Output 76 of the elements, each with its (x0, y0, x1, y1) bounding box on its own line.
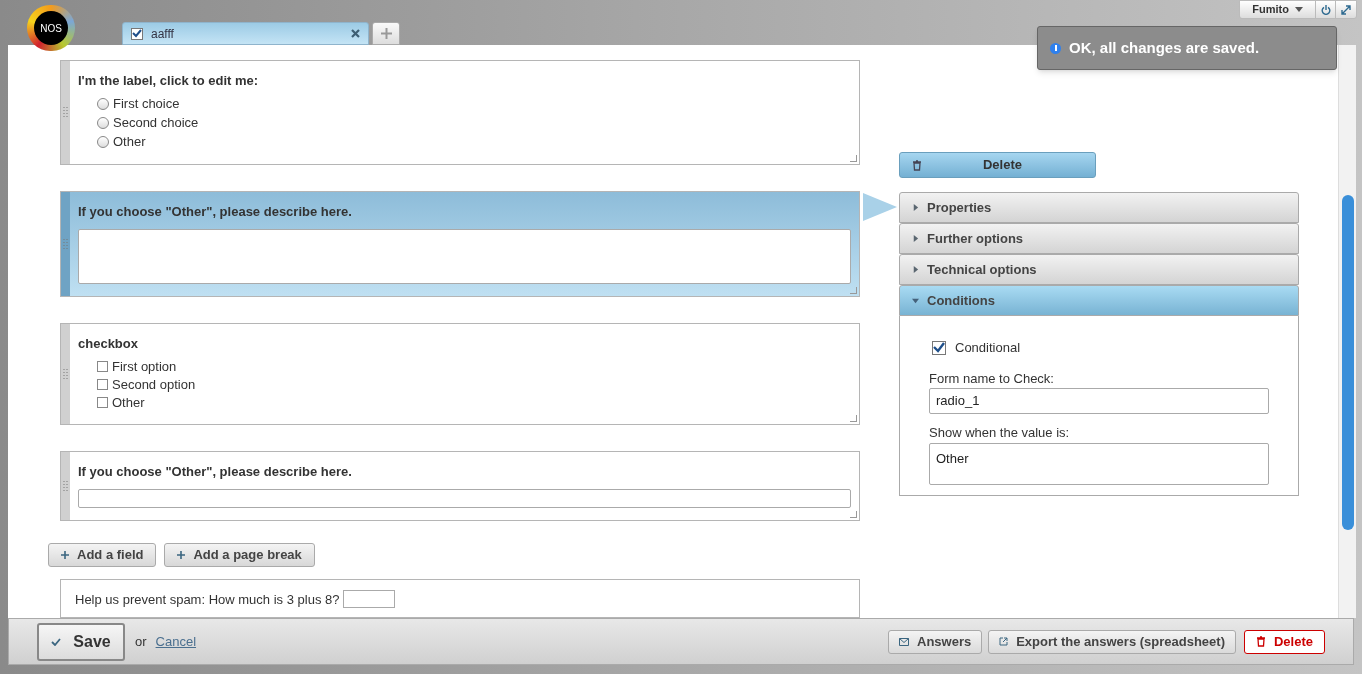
form-field-card[interactable]: I'm the label, click to edit me: First choice Second choice Other (60, 60, 860, 165)
resize-handle-icon[interactable] (850, 287, 857, 294)
save-button[interactable]: Save (37, 622, 125, 661)
field-label: Show when the value is: (929, 424, 1071, 442)
radio-button[interactable] (97, 117, 109, 129)
checkbox[interactable] (131, 27, 143, 40)
caret-icon (912, 204, 919, 211)
form-field-card[interactable]: If you choose "Other", please describe here. (60, 450, 860, 521)
add-button[interactable]: Add a field (48, 543, 157, 567)
expand-icon (1341, 4, 1351, 15)
option-label: Second option (112, 375, 196, 394)
drag-handle-icon[interactable] (63, 368, 68, 379)
resize-handle-icon[interactable] (850, 511, 857, 518)
tab-label: aafff (151, 25, 175, 43)
answer-box[interactable] (343, 590, 396, 608)
checkbox[interactable] (97, 379, 108, 390)
text-input[interactable] (78, 489, 851, 508)
option-label: Other (113, 133, 146, 152)
accordion-header[interactable]: Properties (899, 192, 1299, 223)
pointer-arrow-icon (863, 193, 897, 221)
envelope-icon (899, 637, 909, 646)
option-label: Other (112, 393, 145, 412)
text-area[interactable]: Other (929, 442, 1269, 485)
plus-icon (177, 551, 186, 559)
option-label: First choice (113, 95, 180, 114)
field-label[interactable]: If you choose "Other", please describe here. (78, 201, 851, 221)
option-label: Second choice (113, 114, 199, 133)
text-area[interactable] (78, 229, 851, 284)
info-icon (1050, 42, 1061, 54)
logo[interactable]: NOS (27, 5, 75, 51)
or-text: or (135, 632, 147, 651)
field-label[interactable]: I'm the label, click to edit me: (78, 71, 851, 91)
accordion-header[interactable]: Further options (899, 223, 1299, 254)
form-field-card[interactable]: If you choose "Other", please describe here. (60, 190, 860, 297)
caret-icon (912, 297, 919, 304)
scrollbar[interactable] (1338, 45, 1356, 618)
trash-icon (1256, 636, 1266, 647)
tab[interactable]: aafff (122, 22, 369, 45)
toast-message: OK, all changes are saved. (1069, 37, 1260, 58)
radio-button[interactable] (97, 136, 109, 148)
add-tab-button[interactable] (372, 22, 400, 45)
spam-question: Help us prevent spam: How much is 3 plus 8? (75, 591, 340, 609)
drag-handle-icon[interactable] (63, 107, 68, 118)
field-label[interactable]: checkbox (78, 334, 851, 354)
export-button[interactable]: Export the answers (spreadsheet) (988, 629, 1236, 654)
checkmark-icon (51, 637, 62, 646)
close-icon[interactable] (351, 29, 360, 38)
delete-button[interactable]: Delete (1244, 629, 1325, 654)
add-button[interactable]: Add a page break (164, 543, 315, 567)
accordion-header[interactable]: Conditions (899, 285, 1299, 316)
resize-handle-icon[interactable] (850, 414, 857, 422)
caret-icon (912, 266, 919, 273)
radio-button[interactable] (97, 98, 109, 110)
drag-handle-icon[interactable] (63, 238, 68, 249)
resize-handle-icon[interactable] (850, 154, 857, 162)
delete-field-button[interactable]: Delete (899, 152, 1096, 178)
input-field[interactable]: radio_1 (929, 388, 1269, 414)
accordion-header[interactable]: Technical options (899, 254, 1299, 285)
checkbox[interactable] (97, 361, 108, 372)
external-link-icon (999, 637, 1009, 646)
option-label: First option (112, 357, 177, 376)
plus-icon (380, 28, 392, 39)
cancel-link[interactable]: Cancel (155, 631, 197, 652)
form-field-card[interactable]: checkbox First option Second option Other (60, 323, 860, 425)
field-label: Form name to Check: (929, 369, 1055, 388)
plus-icon (61, 551, 69, 559)
checkbox[interactable] (932, 340, 946, 355)
checkbox[interactable] (97, 397, 108, 408)
power-icon (1320, 4, 1331, 15)
answers-button[interactable]: Answers (888, 629, 983, 654)
field-label[interactable]: If you choose "Other", please describe here. (78, 461, 851, 481)
drag-handle-icon[interactable] (63, 480, 68, 491)
trash-icon (912, 159, 922, 171)
caret-icon (1295, 7, 1303, 12)
checkbox-label: Conditional (955, 339, 1021, 357)
caret-icon (912, 235, 919, 242)
